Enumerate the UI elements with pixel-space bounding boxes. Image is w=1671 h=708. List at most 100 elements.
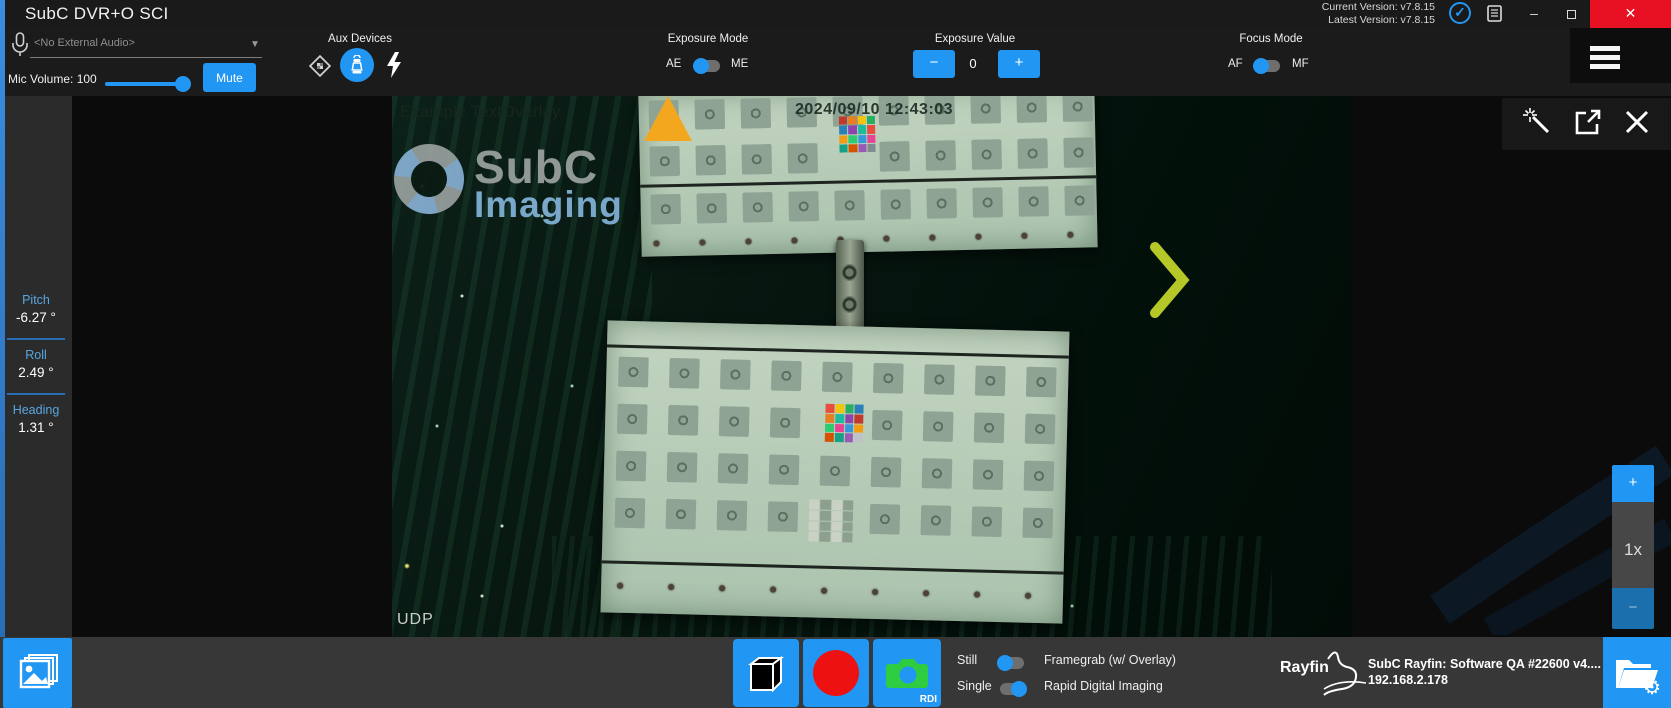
hamburger-icon [1590,46,1620,51]
zoom-out-button[interactable]: − [1612,588,1654,629]
zoom-level: 1x [1624,540,1642,560]
watermark-line2: Imaging [474,186,623,223]
exposure-decrease-button[interactable]: − [913,50,955,78]
screw [745,238,751,244]
focus-mode-label: Focus Mode [1226,33,1316,45]
fiducial-square [922,458,953,489]
fiducial-square [820,456,851,487]
board-line [607,344,1069,358]
mf-label: MF [1292,58,1309,70]
single-mode-toggle[interactable] [1000,683,1026,695]
fiducial-square [649,146,680,177]
fiducial-square [695,145,726,176]
lamp-icon[interactable] [340,48,374,82]
audio-dropdown-underline [30,57,262,58]
media-gallery-button[interactable] [3,638,72,708]
divider [7,338,65,340]
fiducial-square [788,191,819,222]
app-window: SubC DVR+O SCI Current Version: v7.8.15 … [0,0,1671,708]
close-overlay-icon[interactable] [1624,109,1650,140]
maximize-button[interactable] [1553,0,1590,28]
fiducial-square [970,96,1001,124]
close-button[interactable]: ✕ [1590,0,1671,28]
fiducial-square [971,139,1002,170]
fiducial-square [871,457,902,488]
rayfin-manta-logo [1322,645,1370,702]
fiducial-square [718,453,749,484]
file-settings-button[interactable]: ⚙ [1603,637,1671,708]
fiducial-square [615,498,646,529]
fiducial-square [822,362,853,393]
exposure-mode-toggle[interactable] [694,60,720,72]
framegrab-label: Framegrab (w/ Overlay) [1044,653,1176,667]
zoom-in-button[interactable]: + [1612,465,1654,502]
fiducial-square [740,98,771,129]
manual-icon[interactable] [1486,5,1504,28]
mic-volume-label: Mic Volume: 100 [8,72,97,86]
fiducial-square [1024,461,1055,492]
fiducial-square [879,141,910,172]
focus-mode-toggle[interactable] [1254,60,1280,72]
strobe-icon[interactable] [384,51,404,84]
rapid-digital-imaging-button[interactable]: RDI [873,639,941,707]
version-info: Current Version: v7.8.15 Latest Version:… [1322,1,1435,27]
cube-icon [743,650,789,696]
fiducial-square [834,190,865,221]
single-label: Single [957,679,992,693]
color-checker-patch [839,116,876,153]
popout-window-icon[interactable] [1574,108,1602,141]
laser-target-icon[interactable] [308,54,332,83]
pitch-value: -6.27 ° [0,310,72,325]
fiducial-square [617,404,648,435]
audio-source-dropdown[interactable]: <No External Audio> [34,37,135,49]
exposure-increase-button[interactable]: + [998,50,1040,78]
heading-label: Heading [0,403,72,417]
fiducial-square [717,500,748,531]
board-line [602,560,1064,574]
fiducial-square [920,505,951,536]
fiducial-square [787,143,818,174]
window-title: SubC DVR+O SCI [25,4,169,24]
3d-view-button[interactable] [733,639,799,707]
fiducial-square [771,360,802,391]
menu-button[interactable] [1570,28,1671,83]
rdi-badge: RDI [920,694,937,705]
fiducial-square [972,187,1003,218]
fiducial-square [741,144,772,175]
minimize-button[interactable]: – [1515,0,1553,28]
screw [929,235,935,241]
auto-enhance-wand-icon[interactable] [1523,107,1553,142]
still-mode-toggle[interactable] [998,657,1024,669]
fiducial-square [719,406,750,437]
exposure-value-label: Exposure Value [925,33,1025,45]
fiducial-square [924,364,955,395]
slider-knob[interactable] [175,76,191,92]
fiducial-square [667,452,698,483]
screw [872,589,878,595]
device-name: SubC Rayfin: Software QA #22600 v4.... [1368,657,1601,671]
mute-button[interactable]: Mute [203,63,256,92]
still-label: Still [957,653,977,667]
fiducial-square [973,459,1004,490]
fiducial-square [869,504,900,535]
mic-volume-slider[interactable] [105,76,189,92]
gray-checker-patch [808,499,853,542]
telemetry-sidebar: Pitch -6.27 ° Roll 2.49 ° Heading 1.31 ° [0,96,72,637]
heading-value: 1.31 ° [0,420,72,435]
aux-devices-label: Aux Devices [320,33,400,45]
screw [923,590,929,596]
fiducial-square [1016,96,1047,123]
screw [1021,233,1027,239]
fiducial-square [694,99,725,130]
record-button[interactable] [803,639,869,707]
roll-value: 2.49 ° [0,365,72,380]
update-check-icon[interactable]: ✓ [1449,2,1471,24]
fiducial-square [650,194,681,225]
left-accent-strip [0,0,5,637]
zoom-level-track[interactable]: 1x [1612,502,1654,588]
yellow-chevron-marker [1150,242,1190,323]
me-label: ME [731,58,748,70]
zoom-control: + 1x − [1612,465,1654,629]
timestamp-overlay: 2024/09/10 12:43:03 [795,101,953,119]
fiducial-square [1025,414,1056,445]
